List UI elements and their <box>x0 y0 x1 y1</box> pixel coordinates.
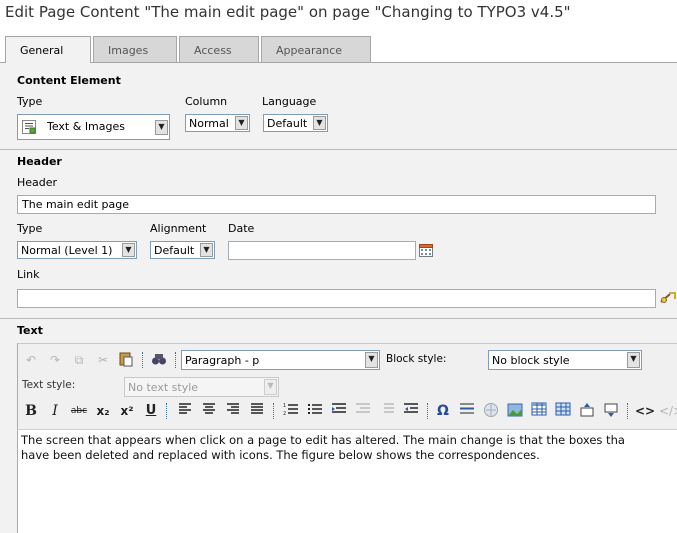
text-images-icon <box>22 120 36 134</box>
table-properties-icon[interactable] <box>554 402 572 420</box>
unordered-list-icon[interactable] <box>306 402 324 420</box>
align-center-icon[interactable] <box>200 402 218 420</box>
header-type-select[interactable]: Normal (Level 1) ▼ <box>17 241 137 259</box>
alignment-label: Alignment <box>150 222 207 235</box>
content-element-title: Content Element <box>17 74 121 87</box>
paste-icon[interactable] <box>117 351 135 369</box>
chevron-down-icon: ▼ <box>235 116 248 130</box>
chevron-down-icon: ▼ <box>313 116 326 130</box>
ordered-list-icon[interactable]: 12 <box>282 402 300 420</box>
chevron-down-icon: ▼ <box>200 243 213 257</box>
paragraph-select-value: Paragraph - p <box>185 354 260 367</box>
chevron-down-icon: ▼ <box>264 379 277 395</box>
underline-icon[interactable]: U <box>142 402 160 420</box>
indent-icon[interactable] <box>402 402 420 420</box>
block-style-label: Block style: <box>386 353 447 365</box>
toolbar-separator <box>175 352 177 368</box>
insert-column-icon[interactable] <box>602 402 620 420</box>
tab-access[interactable]: Access <box>179 36 259 62</box>
tab-images[interactable]: Images <box>93 36 177 62</box>
type-select-value: Text & Images <box>47 120 125 133</box>
page-title: Edit Page Content "The main edit page" o… <box>5 3 571 21</box>
language-select[interactable]: Default ▼ <box>263 114 328 132</box>
text-style-select[interactable]: No text style ▼ <box>124 377 279 397</box>
special-character-icon[interactable]: Ω <box>434 402 452 420</box>
table-icon[interactable] <box>530 402 548 420</box>
header-type-label: Type <box>17 222 43 235</box>
undo-icon[interactable]: ↶ <box>22 351 40 369</box>
column-select[interactable]: Normal ▼ <box>185 114 250 132</box>
outdent-icon[interactable] <box>330 402 348 420</box>
type-label: Type <box>17 95 43 108</box>
align-right-icon[interactable] <box>224 402 242 420</box>
rte-content-area[interactable]: The screen that appears when click on a … <box>17 429 677 533</box>
text-style-label: Text style: <box>22 379 76 391</box>
header-section-title: Header <box>17 155 62 168</box>
strikethrough-icon[interactable]: abc <box>70 402 88 420</box>
link-globe-icon[interactable] <box>482 402 500 420</box>
tab-appearance[interactable]: Appearance <box>261 36 371 62</box>
text-style-value: No text style <box>128 381 199 394</box>
link-wizard-icon[interactable] <box>660 291 677 305</box>
alignment-select[interactable]: Default ▼ <box>150 241 215 259</box>
tab-general[interactable]: General <box>5 36 91 63</box>
type-select[interactable]: Text & Images ▼ <box>17 114 170 140</box>
chevron-down-icon: ▼ <box>627 352 640 368</box>
redo-icon[interactable]: ↷ <box>46 351 64 369</box>
subscript-icon[interactable]: x₂ <box>94 402 112 420</box>
toolbar-separator <box>273 403 275 419</box>
chevron-down-icon: ▼ <box>155 120 168 135</box>
body-text-line-2: have been deleted and replaced with icon… <box>21 448 540 462</box>
column-label: Column <box>185 95 228 108</box>
column-select-value: Normal <box>189 117 229 130</box>
language-label: Language <box>262 95 317 108</box>
bold-icon[interactable]: B <box>22 402 40 420</box>
chevron-down-icon: ▼ <box>122 243 135 257</box>
block-style-value: No block style <box>492 354 570 367</box>
header-label: Header <box>17 176 58 189</box>
link-label: Link <box>17 268 40 281</box>
superscript-icon[interactable]: x² <box>118 402 136 420</box>
copy-icon[interactable]: ⧉ <box>70 351 88 369</box>
header-input[interactable]: The main edit page <box>17 195 656 214</box>
alignment-select-value: Default <box>154 244 195 257</box>
horizontal-rule-icon[interactable] <box>458 402 476 420</box>
toolbar-separator <box>627 403 629 419</box>
find-icon[interactable] <box>150 351 168 369</box>
chevron-down-icon: ▼ <box>365 352 378 368</box>
indent-disabled-icon[interactable] <box>354 402 372 420</box>
header-type-value: Normal (Level 1) <box>21 244 113 257</box>
body-text-line-1: The screen that appears when click on a … <box>21 433 625 447</box>
cut-icon[interactable]: ✂ <box>94 351 112 369</box>
paragraph-select[interactable]: Paragraph - p ▼ <box>181 350 380 370</box>
align-left-icon[interactable] <box>176 402 194 420</box>
toolbar-separator <box>166 403 168 419</box>
insert-row-icon[interactable] <box>578 402 596 420</box>
justify-icon[interactable] <box>248 402 266 420</box>
calendar-icon[interactable] <box>419 243 433 257</box>
image-icon[interactable] <box>506 402 524 420</box>
date-input[interactable] <box>228 241 416 260</box>
remove-format-icon[interactable]: </> <box>659 402 677 420</box>
text-section-title: Text <box>17 324 43 337</box>
svg-text:1: 1 <box>283 403 286 409</box>
source-code-icon[interactable]: <> <box>635 402 655 420</box>
link-input[interactable] <box>17 289 656 308</box>
blockquote-disabled-icon[interactable] <box>378 402 396 420</box>
block-style-select[interactable]: No block style ▼ <box>488 350 642 370</box>
svg-text:2: 2 <box>283 411 286 416</box>
date-label: Date <box>228 222 255 235</box>
toolbar-separator <box>142 352 144 368</box>
italic-icon[interactable]: I <box>46 402 64 420</box>
language-select-value: Default <box>267 117 308 130</box>
toolbar-separator <box>427 403 429 419</box>
